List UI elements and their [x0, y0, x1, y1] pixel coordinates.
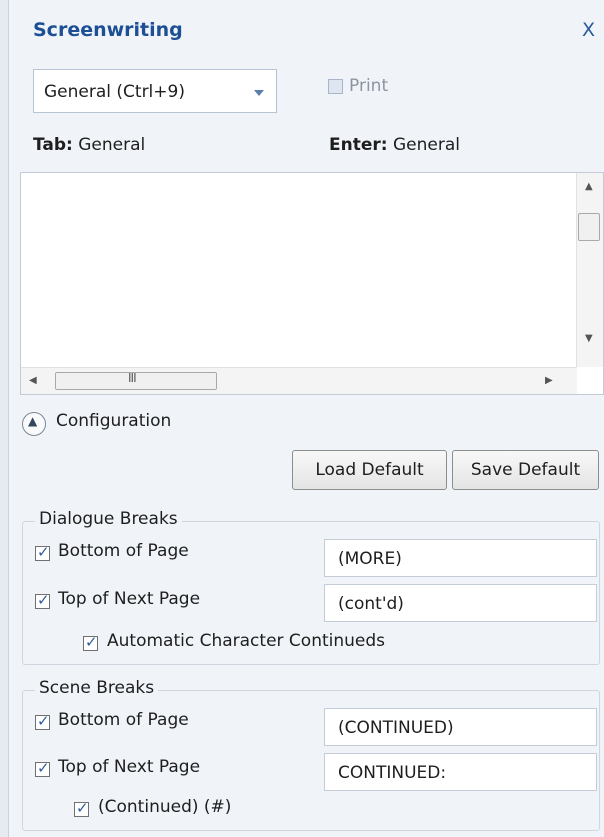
vertical-scrollbar[interactable]: ▲ ▼: [576, 173, 603, 367]
scene-continued-field[interactable]: (CONTINUED): [324, 708, 597, 746]
continued-number-label: (Continued) (#): [98, 797, 232, 817]
element-type-dropdown[interactable]: General (Ctrl+9): [33, 69, 277, 113]
scene-top-label: Top of Next Page: [58, 757, 201, 777]
tab-info-key: Tab:: [33, 135, 73, 155]
scene-continued-colon-field[interactable]: CONTINUED:: [324, 753, 597, 791]
enter-info: Enter: General: [329, 135, 460, 155]
dialogue-top-checkbox[interactable]: [35, 591, 50, 609]
element-listbox[interactable]: ▲ ▼ ◀ III ▶: [20, 172, 604, 395]
dialogue-top-label: Top of Next Page: [58, 589, 201, 609]
configuration-label: Configuration: [56, 411, 172, 431]
scroll-up-icon[interactable]: ▲: [585, 181, 593, 192]
auto-continueds-checkbox[interactable]: [83, 633, 98, 651]
chevron-down-icon: [254, 90, 264, 96]
print-label: Print: [349, 76, 389, 96]
horizontal-scrollbar[interactable]: ◀ III ▶: [21, 367, 577, 394]
scene-bottom-label: Bottom of Page: [58, 710, 189, 730]
tab-info: Tab: General: [33, 135, 145, 155]
scroll-left-icon[interactable]: ◀: [29, 375, 37, 386]
scene-bottom-checkbox[interactable]: [35, 712, 50, 730]
scene-breaks-title: Scene Breaks: [35, 678, 159, 698]
save-default-button[interactable]: Save Default: [452, 450, 599, 490]
scroll-down-icon[interactable]: ▼: [585, 333, 593, 344]
dialogue-bottom-checkbox[interactable]: [35, 543, 50, 561]
vertical-scroll-thumb[interactable]: [578, 213, 600, 241]
panel-edge: [0, 0, 9, 837]
dialogue-breaks-title: Dialogue Breaks: [35, 509, 182, 529]
load-default-button[interactable]: Load Default: [292, 450, 447, 490]
continued-number-checkbox[interactable]: [74, 799, 89, 817]
auto-continueds-label: Automatic Character Continueds: [107, 631, 386, 651]
chevron-up-icon: ▲: [28, 414, 38, 428]
configuration-expander[interactable]: ▲: [22, 412, 46, 436]
scene-top-checkbox[interactable]: [35, 759, 50, 777]
close-button[interactable]: X: [582, 19, 595, 41]
dialogue-bottom-label: Bottom of Page: [58, 541, 189, 561]
tab-info-value: General: [78, 135, 146, 155]
print-checkbox[interactable]: [328, 79, 343, 94]
dialogue-contd-field[interactable]: (cont'd): [324, 584, 597, 622]
enter-info-value: General: [392, 135, 460, 155]
enter-info-key: Enter:: [329, 135, 388, 155]
grip-icon: III: [128, 371, 137, 385]
horizontal-scroll-thumb[interactable]: III: [55, 371, 217, 390]
scroll-right-icon[interactable]: ▶: [545, 375, 553, 386]
dialogue-more-field[interactable]: (MORE): [324, 539, 597, 577]
panel-title: Screenwriting: [33, 19, 183, 41]
element-type-value: General (Ctrl+9): [44, 82, 185, 102]
